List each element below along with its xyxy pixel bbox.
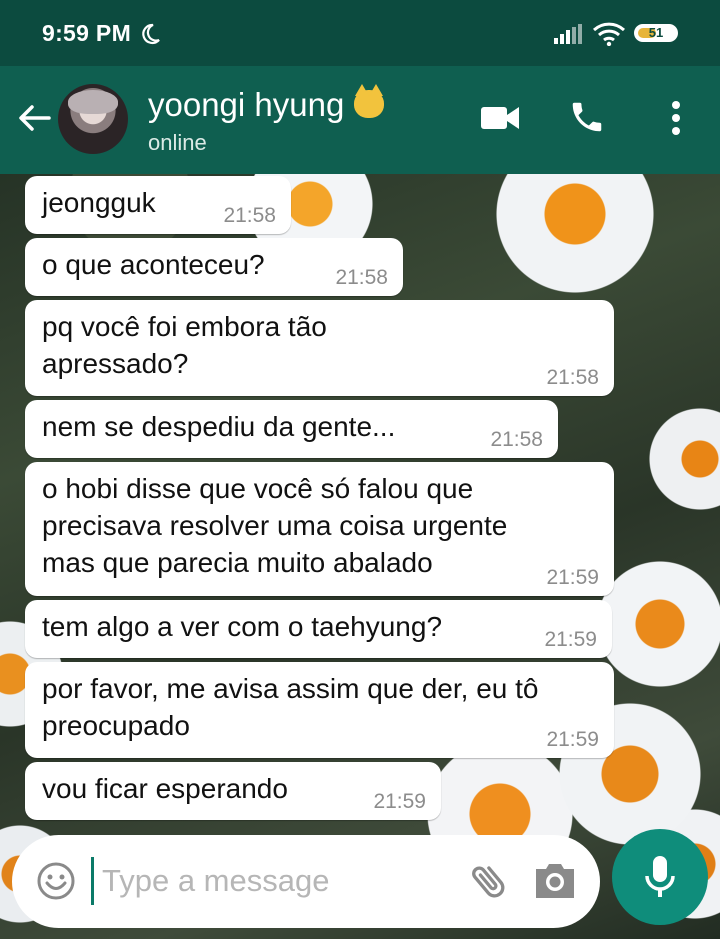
chat-header: yoongi hyung online (0, 66, 720, 174)
message-text: por favor, me avisa assim que der, eu tô… (42, 673, 539, 741)
status-bar: 9:59 PM 51 (0, 0, 720, 66)
contact-name-text: yoongi hyung (148, 86, 345, 123)
message-text: tem algo a ver com o taehyung? (42, 611, 443, 642)
message-input[interactable]: Type a message (102, 863, 329, 899)
signal-icon (554, 24, 582, 44)
avatar[interactable] (58, 84, 128, 154)
moon-icon (142, 23, 160, 45)
message-text: vou ficar esperando (42, 773, 288, 804)
text-cursor (91, 857, 94, 905)
message-bubble[interactable]: tem algo a ver com o taehyung? 21:59 (25, 600, 612, 658)
message-bubble[interactable]: o hobi disse que você só falou que preci… (25, 462, 614, 596)
contact-name[interactable]: yoongi hyung (148, 84, 385, 124)
voice-record-button[interactable] (612, 829, 708, 925)
wifi-icon (592, 22, 626, 46)
message-bubble[interactable]: pq você foi embora tão apressado? 21:58 (25, 300, 614, 396)
video-call-icon[interactable] (480, 104, 520, 132)
message-time: 21:59 (546, 728, 599, 751)
message-bubble[interactable]: por favor, me avisa assim que der, eu tô… (25, 662, 614, 758)
message-text: nem se despediu da gente... (42, 411, 396, 442)
message-time: 21:58 (546, 366, 599, 389)
message-text: o hobi disse que você só falou que preci… (42, 473, 508, 578)
attach-icon[interactable] (467, 859, 511, 903)
message-bubble[interactable]: o que aconteceu? 21:58 (25, 238, 403, 296)
message-bubble[interactable]: vou ficar esperando 21:59 (25, 762, 441, 820)
cat-emoji-icon (354, 84, 385, 118)
status-time: 9:59 PM (42, 20, 132, 46)
message-time: 21:59 (544, 628, 597, 651)
mic-icon (645, 856, 675, 897)
message-time: 21:58 (490, 428, 543, 451)
voice-call-icon[interactable] (568, 98, 606, 136)
battery-text: 51 (648, 25, 664, 40)
message-time: 21:59 (546, 566, 599, 589)
message-time: 21:58 (335, 266, 388, 289)
camera-icon[interactable] (532, 861, 578, 901)
message-text: pq você foi embora tão apressado? (42, 311, 327, 379)
message-text: o que aconteceu? (42, 249, 265, 280)
emoji-icon[interactable] (36, 861, 76, 901)
message-time: 21:58 (223, 204, 276, 227)
message-bubble[interactable]: jeongguk 21:58 (25, 176, 291, 234)
message-bubble[interactable]: nem se despediu da gente... 21:58 (25, 400, 558, 458)
contact-status: online (148, 130, 207, 155)
more-options-icon[interactable] (668, 100, 684, 136)
message-time: 21:59 (373, 790, 426, 813)
battery-icon: 51 (634, 24, 678, 42)
message-input-bar[interactable]: Type a message (12, 835, 600, 928)
chat-background: jeongguk 21:58 o que aconteceu? 21:58 pq… (0, 174, 720, 939)
back-arrow-icon[interactable] (16, 100, 52, 136)
